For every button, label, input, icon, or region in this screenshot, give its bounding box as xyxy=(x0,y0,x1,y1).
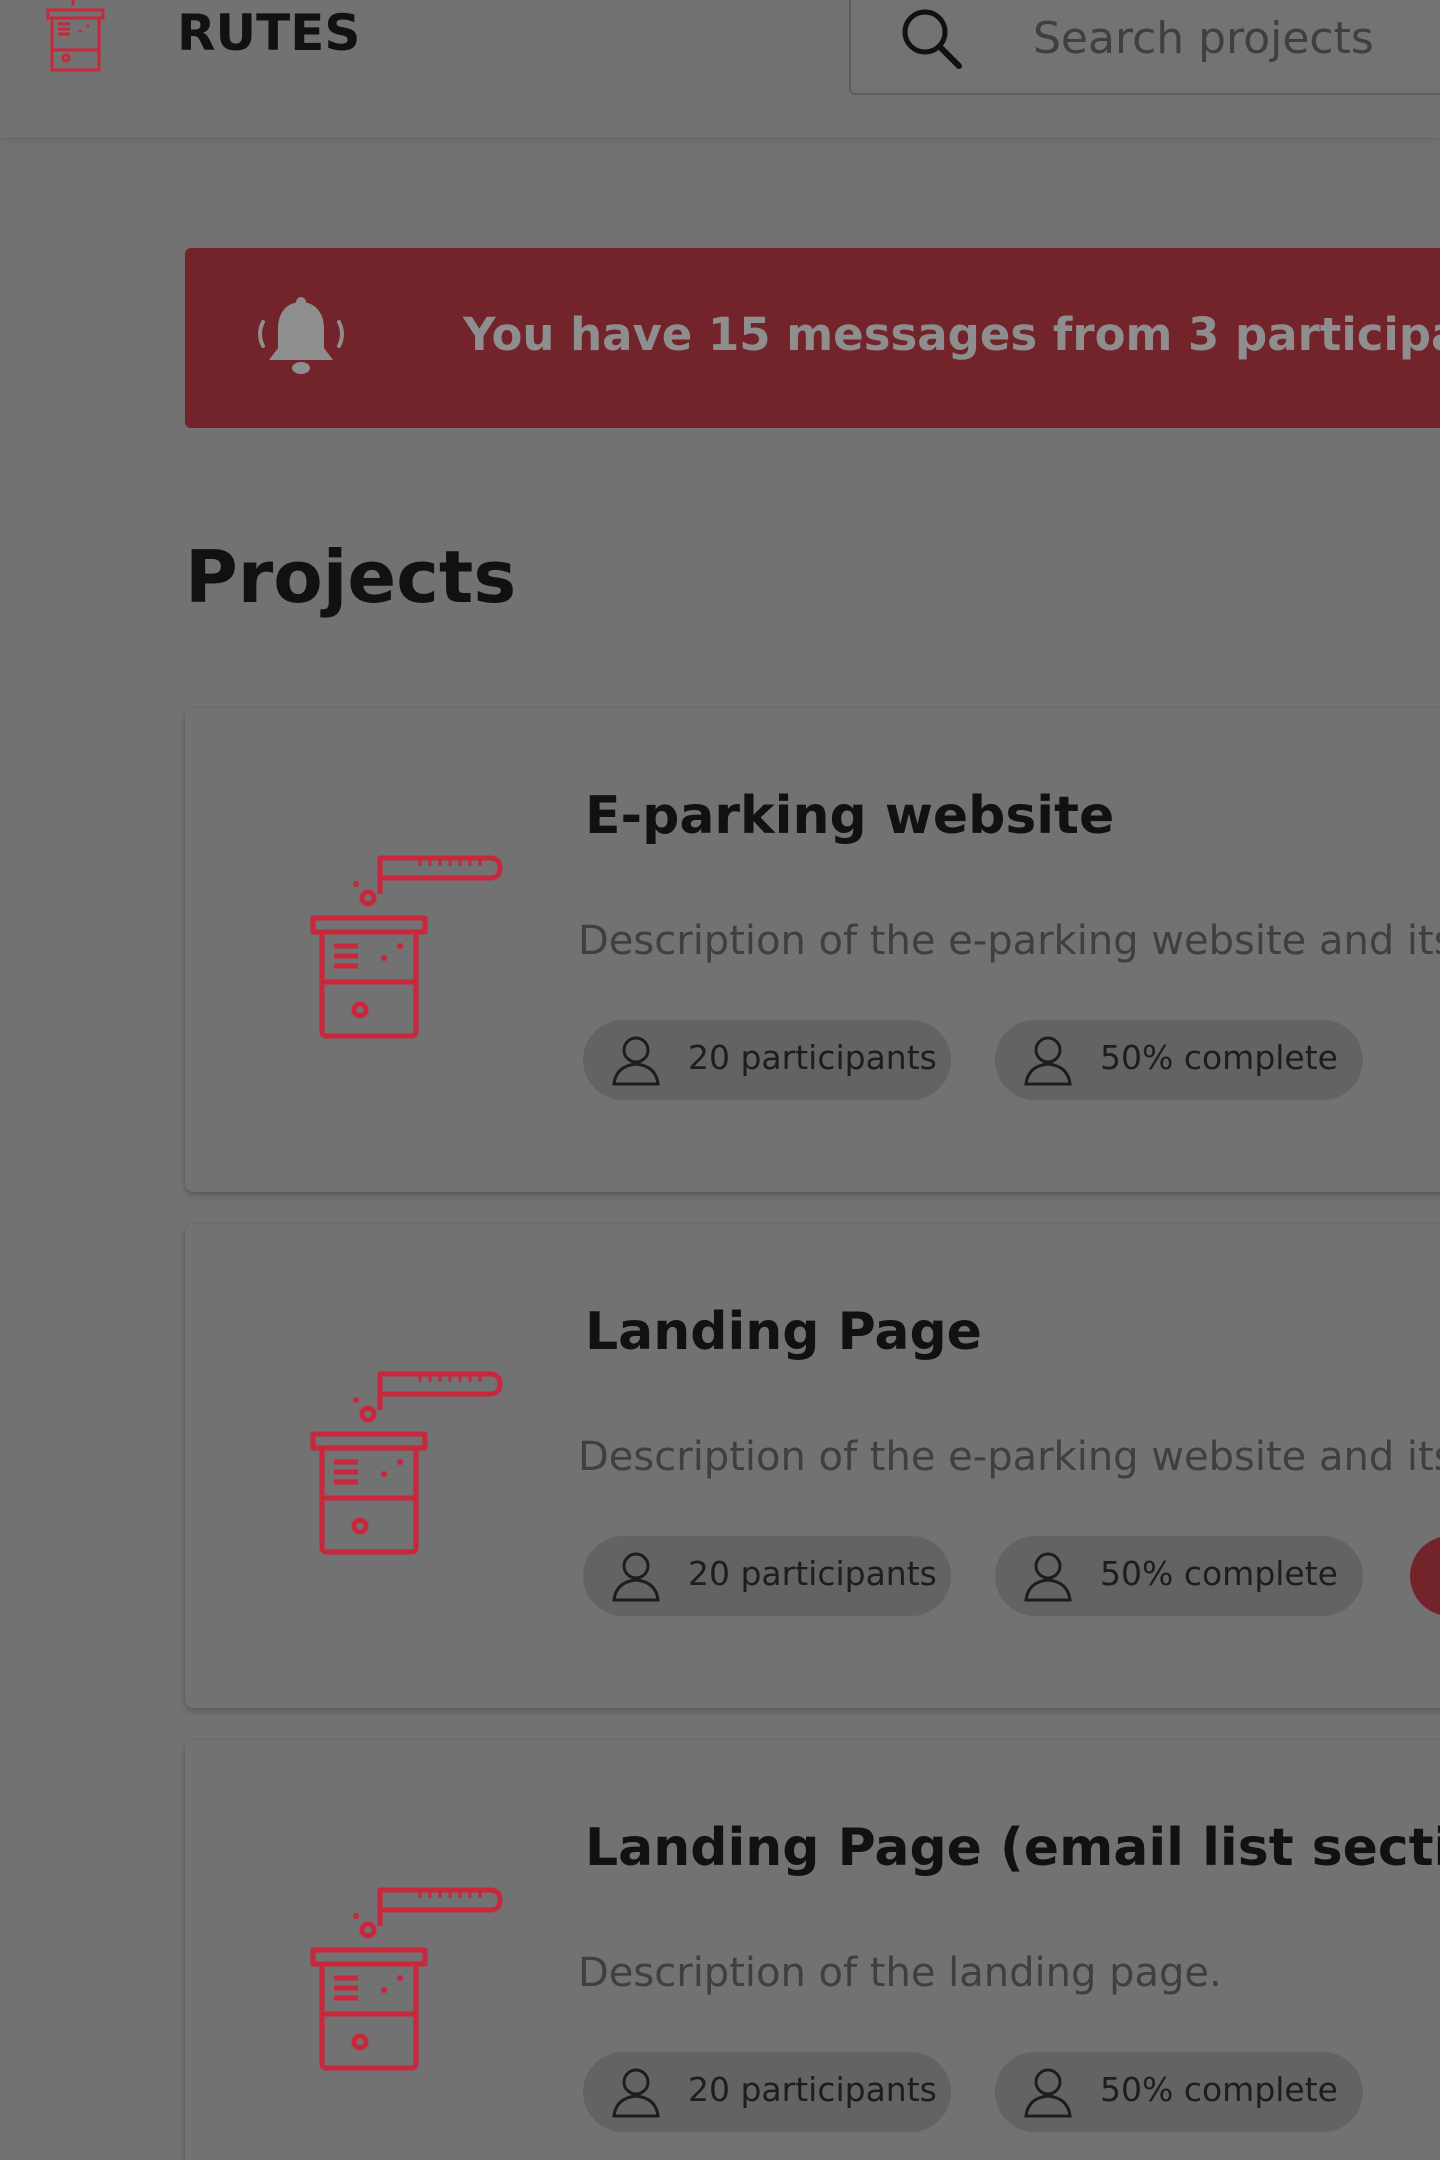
user-icon xyxy=(612,1552,660,1602)
lab-beaker-icon xyxy=(310,855,503,1039)
bell-icon xyxy=(258,297,344,374)
user-icon xyxy=(612,1036,660,1086)
participants-count: 20 participants xyxy=(688,1038,937,1077)
project-action-button[interactable] xyxy=(1410,1536,1440,1616)
lab-beaker-icon xyxy=(310,1371,503,1555)
completion-percent: 50% complete xyxy=(1100,2070,1338,2109)
completion-badge: 50% complete xyxy=(995,1536,1363,1616)
search-input[interactable] xyxy=(1031,8,1440,68)
brand-name[interactable]: RUTES xyxy=(177,4,360,62)
completion-percent: 50% complete xyxy=(1100,1554,1338,1593)
project-title[interactable]: Landing Page xyxy=(585,1302,982,1362)
completion-percent: 50% complete xyxy=(1100,1038,1338,1077)
project-description: Description of the e-parking website and… xyxy=(578,1434,1440,1480)
participants-badge: 20 participants xyxy=(583,1536,951,1616)
page-title: Projects xyxy=(185,535,517,619)
project-card[interactable]: Landing Page Description of the e-parkin… xyxy=(185,1224,1440,1708)
project-title[interactable]: E-parking website xyxy=(585,786,1114,846)
project-description: Description of the landing page. xyxy=(578,1950,1222,1996)
completion-badge: 50% complete xyxy=(995,1020,1363,1100)
project-card[interactable]: E-parking website Description of the e-p… xyxy=(185,708,1440,1192)
search-icon[interactable] xyxy=(897,4,967,74)
completion-badge: 50% complete xyxy=(995,2052,1363,2132)
beaker-logo-icon[interactable] xyxy=(40,0,110,80)
page: RUTES You have 15 messages from 3 partic… xyxy=(0,0,1440,2160)
participants-badge: 20 participants xyxy=(583,2052,951,2132)
participants-count: 20 participants xyxy=(688,2070,937,2109)
notification-banner[interactable]: You have 15 messages from 3 participants xyxy=(185,248,1440,428)
project-description: Description of the e-parking website and… xyxy=(578,918,1440,964)
user-icon xyxy=(1024,1552,1072,1602)
user-icon xyxy=(1024,1036,1072,1086)
participants-badge: 20 participants xyxy=(583,1020,951,1100)
user-icon xyxy=(612,2068,660,2118)
lab-beaker-icon xyxy=(310,1887,503,2071)
user-icon xyxy=(1024,2068,1072,2118)
project-card[interactable]: Landing Page (email list section) Descri… xyxy=(185,1740,1440,2160)
participants-count: 20 participants xyxy=(688,1554,937,1593)
project-title[interactable]: Landing Page (email list section) xyxy=(585,1818,1440,1878)
top-header: RUTES xyxy=(0,0,1440,137)
notification-text: You have 15 messages from 3 participants xyxy=(463,308,1440,361)
search-box[interactable] xyxy=(849,0,1440,95)
